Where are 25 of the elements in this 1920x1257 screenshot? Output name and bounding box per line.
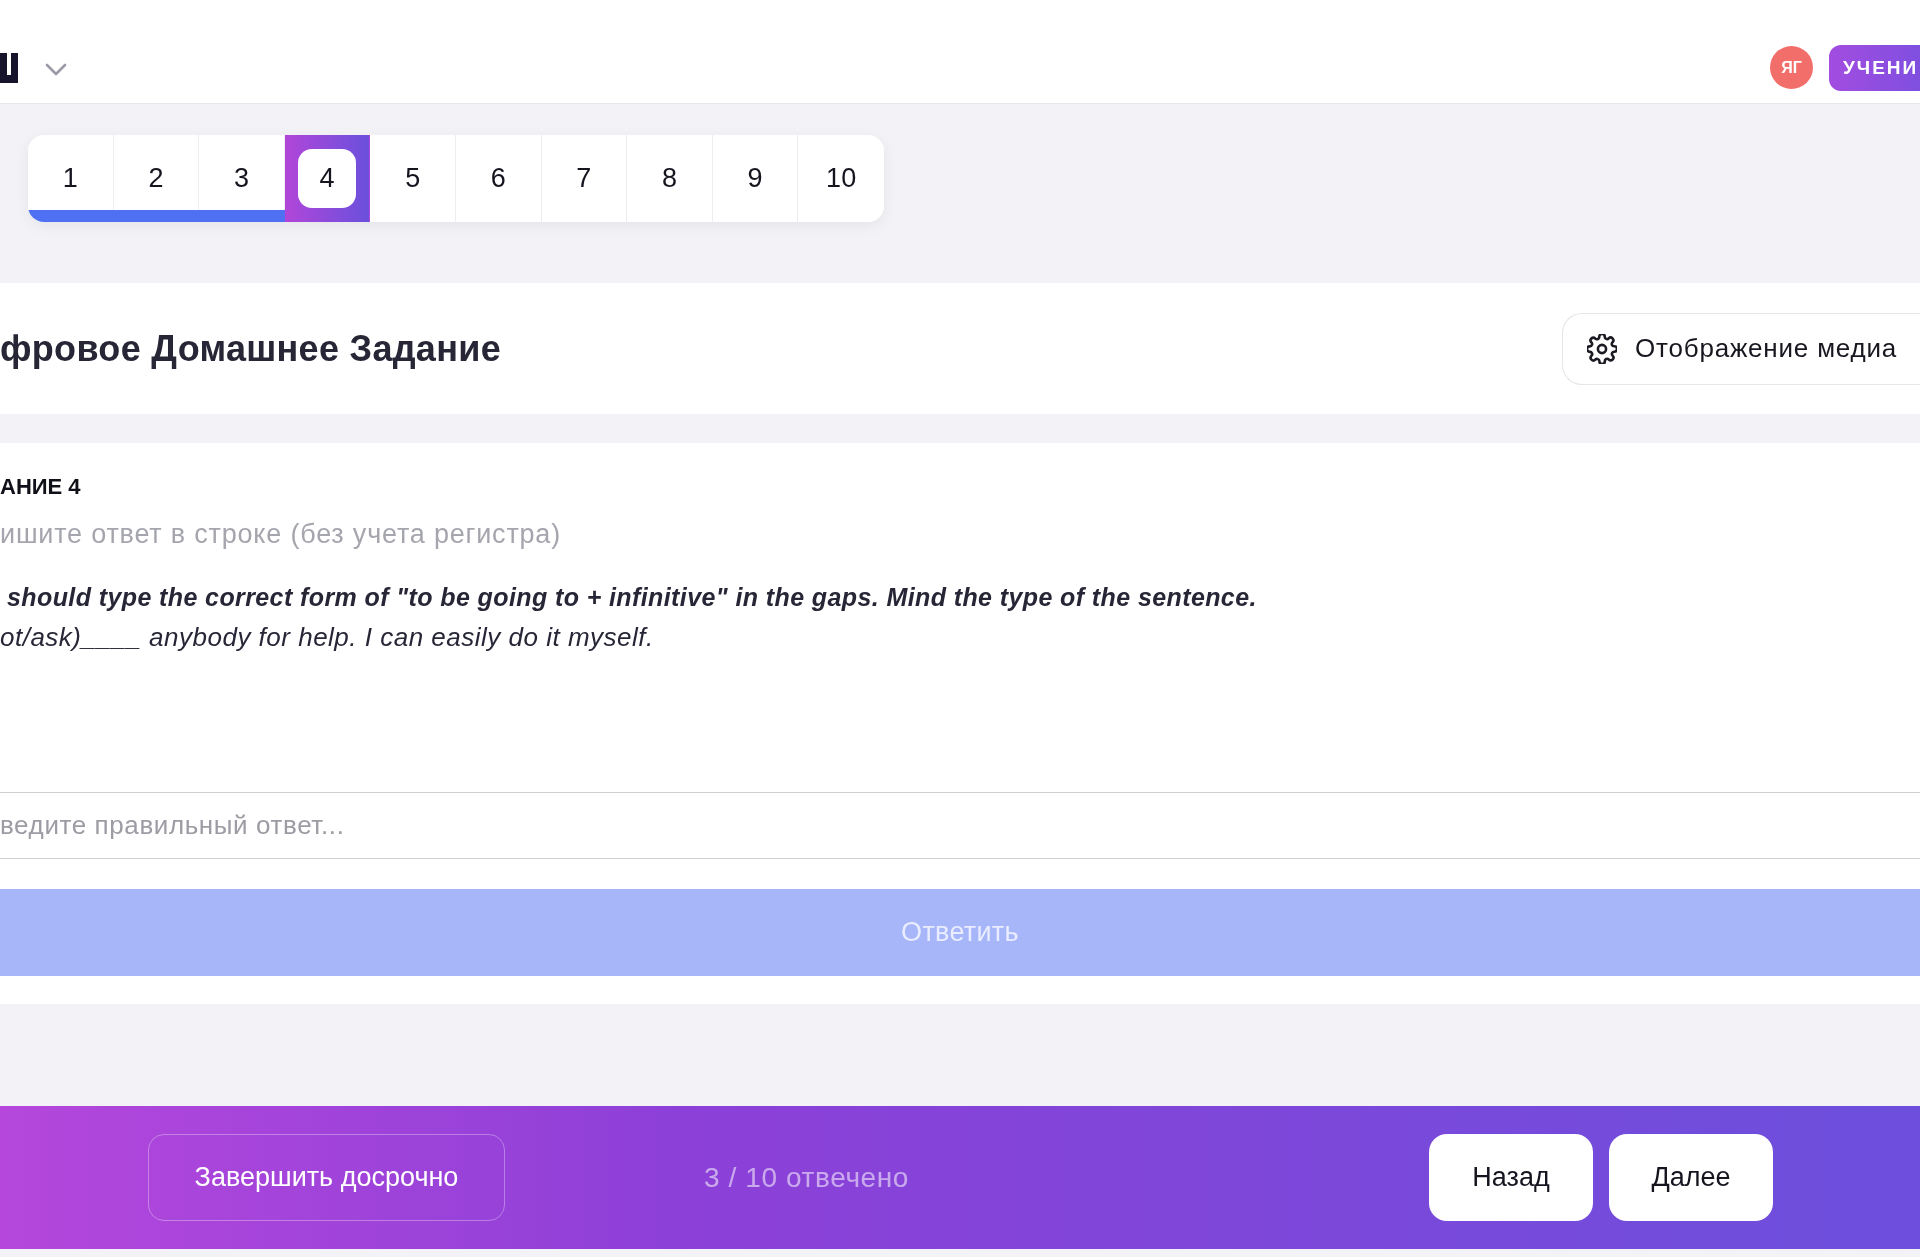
settings-icon (1587, 333, 1617, 364)
question-tab[interactable]: 10 (798, 135, 884, 222)
nav-button[interactable]: Назад (1429, 1134, 1593, 1221)
question-tab[interactable]: 7 (541, 135, 628, 222)
answer-field[interactable]: ведите правильный ответ... (0, 792, 1920, 859)
progress-text: 3 / 10 отвечено (704, 1161, 909, 1194)
question-tab[interactable]: 2 (113, 135, 200, 222)
question-tab[interactable]: 3 (199, 135, 285, 222)
question-tab[interactable]: 8 (627, 135, 713, 222)
question-tab[interactable]: 1 (28, 135, 114, 222)
question-tab[interactable]: 9 (712, 135, 799, 222)
nav-button[interactable]: Далее (1609, 1134, 1773, 1221)
question-tab[interactable]: 6 (455, 135, 542, 222)
task-sentence: ot/ask)____ anybody for help. I can easily do it myself. (0, 621, 655, 654)
page-title: фровое Домашнее Задание (0, 327, 501, 370)
task-instruction: should type the correct form of "to be going to + infinitive" in the gaps. Mind the type of the sentence. (6, 582, 1258, 613)
role-badge: УЧЕНИ (1829, 44, 1920, 91)
media-display-button[interactable]: Отображение медиа (1562, 312, 1920, 385)
task-heading: АНИЕ 4 (0, 475, 82, 499)
question-tab[interactable]: 4 (284, 135, 371, 222)
logo-icon (0, 52, 18, 83)
task-hint: ишите ответ в строке (без учета регистра) (0, 519, 562, 549)
finish-early-button[interactable]: Завершить досрочно (148, 1134, 505, 1221)
question-tab[interactable]: 5 (370, 135, 456, 222)
chevron-down-icon[interactable] (45, 63, 67, 76)
